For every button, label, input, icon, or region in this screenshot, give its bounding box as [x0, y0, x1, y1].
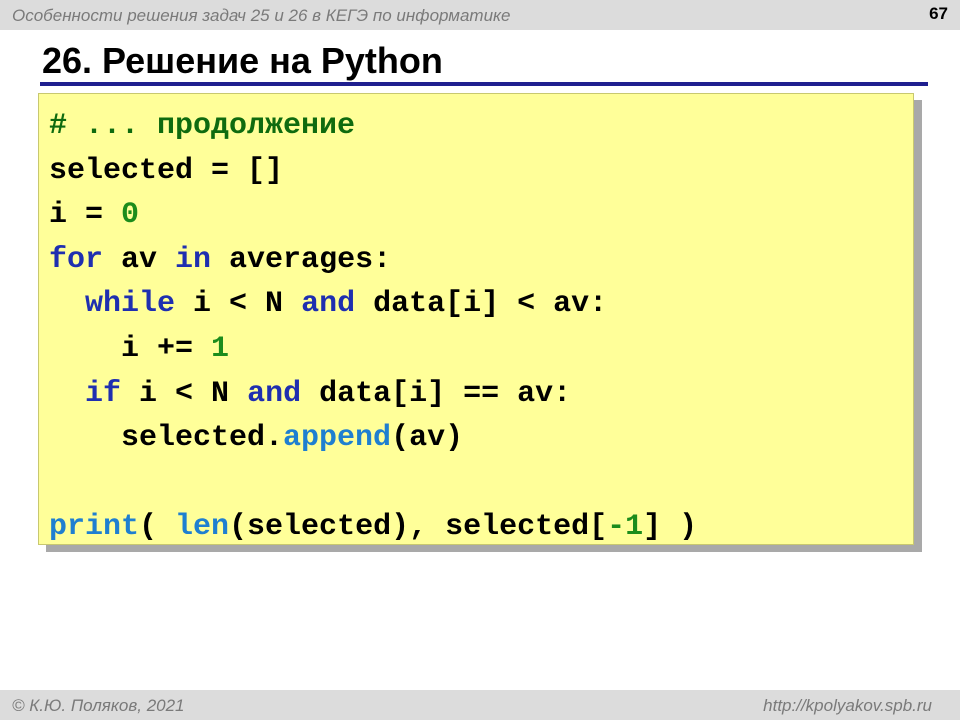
code-token: and	[247, 376, 302, 411]
code-token: data[i] < av:	[355, 287, 608, 322]
code-token: for	[49, 242, 104, 277]
code-line: # ... продолжение	[49, 104, 697, 149]
code-line: for av in averages:	[49, 238, 697, 283]
slide-title: 26. Решение на Python	[42, 40, 443, 81]
code-token: while	[85, 287, 176, 322]
code-line: i = 0	[49, 193, 697, 238]
code-line: while i < N and data[i] < av:	[49, 282, 697, 327]
code-token: (	[139, 510, 176, 545]
code-token: -1	[607, 510, 644, 545]
header-subtitle: Особенности решения задач 25 и 26 в КЕГЭ…	[12, 6, 511, 25]
code-token: append	[283, 421, 392, 456]
footer-bar: © К.Ю. Поляков, 2021 http://kpolyakov.sp…	[0, 690, 960, 720]
code-token: # ... продолжение	[49, 109, 356, 143]
footer-copyright: © К.Ю. Поляков, 2021	[12, 696, 185, 715]
code-token: in	[175, 242, 212, 277]
code-token: len	[175, 510, 230, 545]
code-line: if i < N and data[i] == av:	[49, 372, 697, 417]
code-token: i < N	[121, 376, 248, 411]
code-token: selected = []	[49, 153, 284, 188]
code-token: averages:	[211, 242, 392, 277]
code-token: data[i] == av:	[301, 376, 572, 411]
code-line: print( len(selected), selected[-1] )	[49, 505, 697, 550]
footer-url: http://kpolyakov.spb.ru	[763, 696, 932, 715]
title-underline	[40, 82, 928, 86]
code-token: ] )	[643, 510, 698, 545]
code-token: print	[49, 510, 140, 545]
code-token: and	[301, 287, 356, 322]
code-token: (selected), selected[	[229, 510, 608, 545]
code-block: # ... продолжение selected = [] i = 0 for a…	[49, 104, 697, 550]
code-token: if	[85, 376, 122, 411]
code-line: selected = []	[49, 149, 697, 194]
code-token: i +=	[49, 331, 212, 366]
code-token: 0	[121, 198, 140, 233]
code-token: selected.	[49, 421, 284, 456]
page-number: 67	[929, 4, 948, 23]
code-token: av	[103, 242, 176, 277]
code-token: (av)	[391, 421, 464, 456]
code-token: i =	[49, 198, 122, 233]
code-line: selected.append(av)	[49, 416, 697, 461]
code-line: i += 1	[49, 327, 697, 372]
code-box: # ... продолжение selected = [] i = 0 for a…	[38, 93, 914, 545]
code-token: i < N	[175, 287, 302, 322]
code-token: 1	[211, 331, 230, 366]
header-bar: Особенности решения задач 25 и 26 в КЕГЭ…	[0, 0, 960, 30]
